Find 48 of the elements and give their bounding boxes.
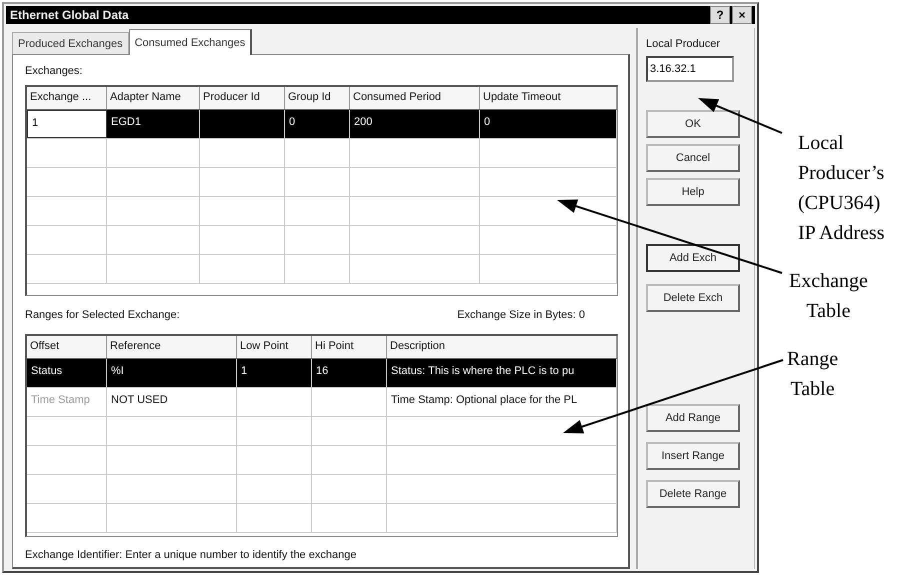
close-button[interactable]: × xyxy=(732,6,752,24)
input-field[interactable]: 3.16.32.1 xyxy=(646,56,734,82)
column-header[interactable]: Update Timeout xyxy=(480,87,617,109)
column-header[interactable]: Consumed Period xyxy=(350,87,480,109)
column-header[interactable]: Adapter Name xyxy=(107,87,200,109)
column-header[interactable]: Reference xyxy=(107,336,237,358)
table-cell: Status xyxy=(27,359,107,387)
field-label: Local Producer xyxy=(646,38,721,50)
table-cell: 200 xyxy=(350,110,480,138)
callout-label: Exchange Table xyxy=(789,269,868,324)
tab[interactable]: Produced Exchanges xyxy=(12,32,129,54)
table-cell: 1 xyxy=(27,110,107,138)
table-cell: 16 xyxy=(312,359,387,387)
tab[interactable]: Consumed Exchanges xyxy=(128,29,252,55)
table-cell: EGD1 xyxy=(107,110,200,138)
callout-label: Local Producer’s (CPU364) IP Address xyxy=(798,131,884,246)
table-cell: 0 xyxy=(285,110,350,138)
dialog-button[interactable]: Cancel xyxy=(646,144,740,172)
dialog-button[interactable]: Insert Range xyxy=(646,442,740,470)
section-label: Exchanges: xyxy=(25,65,84,77)
section-label: Ranges for Selected Exchange: xyxy=(25,309,180,321)
dialog-button[interactable]: OK xyxy=(646,110,740,138)
table-cell: 0 xyxy=(480,110,617,138)
help-button[interactable]: ? xyxy=(710,6,730,24)
column-header[interactable]: Low Point xyxy=(237,336,312,358)
size-label: Exchange Size in Bytes: 0 xyxy=(457,309,585,321)
status-text: Exchange Identifier: Enter a unique number to identify the exchange xyxy=(25,549,358,561)
table-cell: NOT USED xyxy=(107,388,237,416)
table-cell: Status: This is where the PLC is to pu xyxy=(387,359,617,387)
table-cell: %I xyxy=(107,359,237,387)
column-header[interactable]: Producer Id xyxy=(200,87,285,109)
column-header[interactable]: Group Id xyxy=(285,87,350,109)
column-header[interactable]: Exchange ... xyxy=(27,87,107,109)
column-header[interactable]: Description xyxy=(387,336,617,358)
dialog-button[interactable]: Help xyxy=(646,178,740,206)
table-cell: Time Stamp: Optional place for the PL xyxy=(387,388,617,416)
callout-label: Range Table xyxy=(787,347,838,402)
table-cell: Time Stamp xyxy=(27,388,107,416)
window-title: Ethernet Global Data xyxy=(10,8,129,22)
column-header[interactable]: Hi Point xyxy=(312,336,387,358)
dialog-button[interactable]: Add Exch xyxy=(646,244,740,272)
table-row[interactable]: 1 EGD1 0 200 0 xyxy=(27,110,617,139)
table-row[interactable]: Status %I 1 16 Status: This is where the PLC is to pu xyxy=(27,359,617,388)
table-cell: 1 xyxy=(237,359,312,387)
column-header[interactable]: Offset xyxy=(27,336,107,358)
dialog-button[interactable]: Add Range xyxy=(646,404,740,432)
dialog-button[interactable]: Delete Exch xyxy=(646,284,740,312)
dialog-button[interactable]: Delete Range xyxy=(646,480,740,508)
